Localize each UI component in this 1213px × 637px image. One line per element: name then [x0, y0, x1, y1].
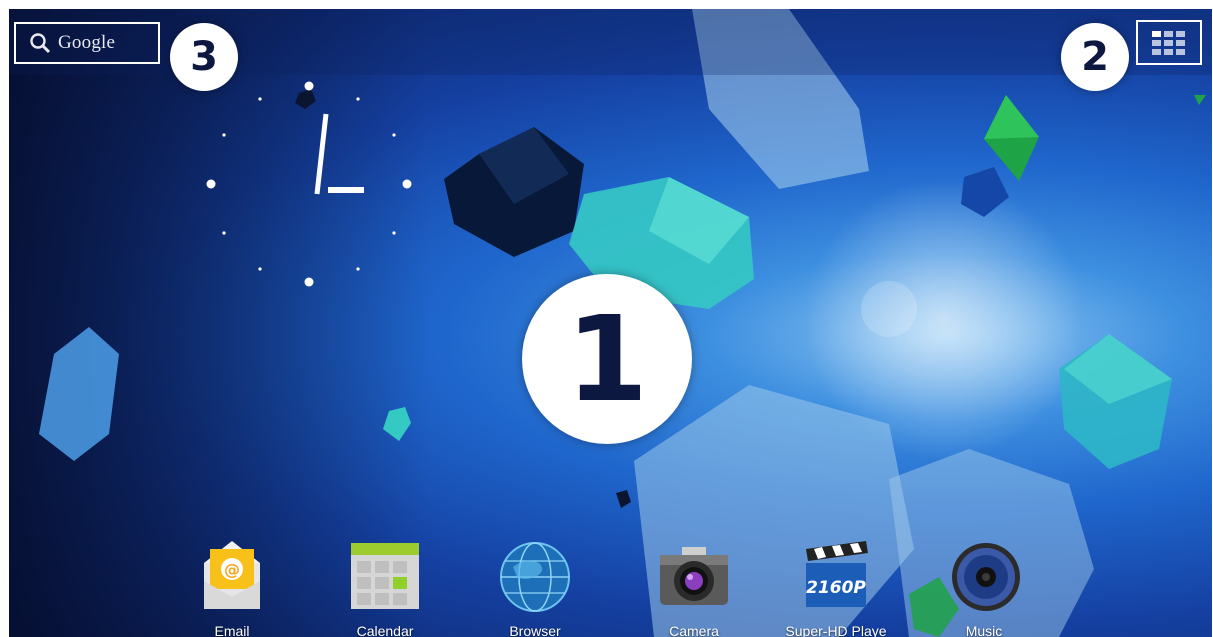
- dock-label: Super-HD Playe: [785, 623, 887, 637]
- all-apps-grid-icon: [1152, 30, 1185, 55]
- calendar-icon: [351, 543, 419, 609]
- google-search-box[interactable]: Google: [14, 22, 160, 64]
- video-player-icon: 2160P: [806, 541, 868, 607]
- dock-item-music[interactable]: Music: [929, 537, 1039, 637]
- callout-2: 2: [1061, 23, 1129, 91]
- search-label: Google: [58, 32, 116, 53]
- dock-label: Email: [214, 623, 250, 637]
- callout-1: 1: [522, 274, 692, 444]
- email-icon: @: [204, 541, 260, 609]
- dock-item-camera[interactable]: Camera: [639, 537, 749, 637]
- dock-label: Camera: [669, 623, 719, 637]
- all-apps-button[interactable]: [1136, 20, 1202, 65]
- dock-item-browser[interactable]: Browser: [480, 537, 590, 637]
- dock-label: Browser: [509, 623, 561, 637]
- dock-item-super-hd-player[interactable]: 2160P Super-HD Playe: [781, 537, 891, 637]
- dock-item-email[interactable]: @ Email: [177, 537, 287, 637]
- analog-clock-widget[interactable]: [204, 79, 424, 299]
- browser-globe-icon: [500, 542, 570, 612]
- dock-label: Music: [965, 623, 1003, 637]
- video-player-icon-text: 2160P: [806, 578, 866, 598]
- home-screen[interactable]: Google 3 2 1 @ Email Calendar Browser Ca…: [9, 9, 1212, 637]
- dock-label: Calendar: [356, 623, 414, 637]
- callout-3: 3: [170, 23, 238, 91]
- music-speaker-icon: [952, 543, 1020, 611]
- dock-item-calendar[interactable]: Calendar: [330, 537, 440, 637]
- camera-icon: [660, 547, 728, 605]
- clock-minute-hand: [314, 113, 329, 195]
- search-icon: [30, 33, 51, 54]
- svg-text:@: @: [224, 560, 240, 579]
